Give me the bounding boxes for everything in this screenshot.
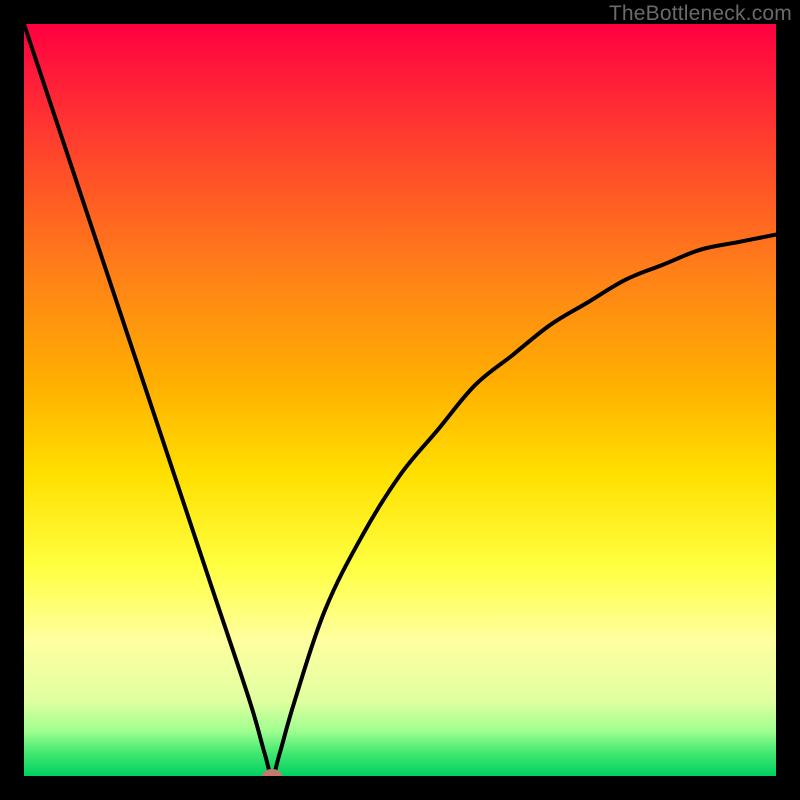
watermark-text: TheBottleneck.com bbox=[609, 2, 792, 26]
bottleneck-curve bbox=[24, 24, 776, 776]
curve-layer bbox=[24, 24, 776, 776]
plot-area bbox=[24, 24, 776, 776]
optimal-point-marker bbox=[262, 769, 282, 776]
